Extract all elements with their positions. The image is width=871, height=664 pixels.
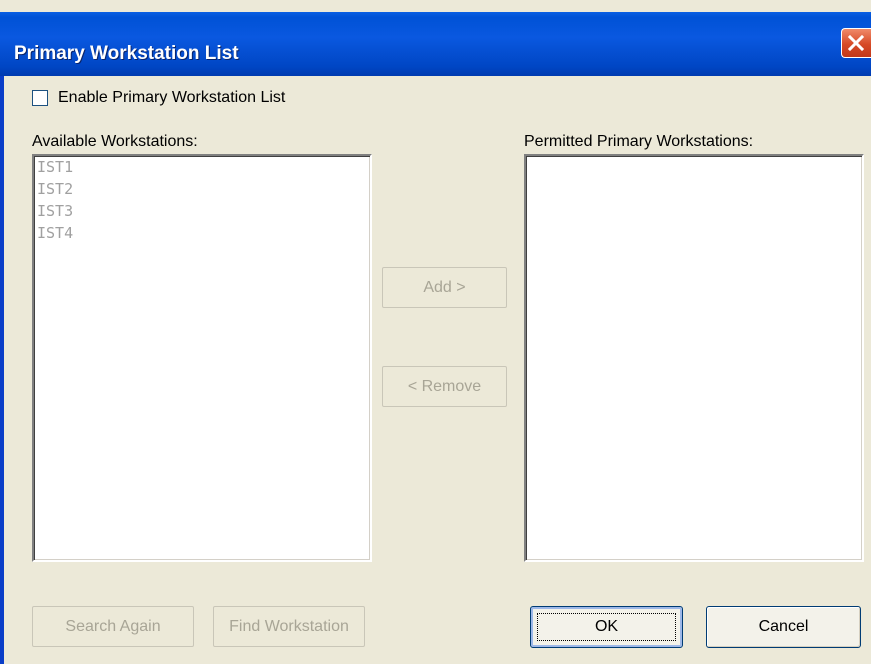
- list-item[interactable]: IST3: [34, 200, 370, 222]
- list-item[interactable]: IST1: [34, 156, 370, 178]
- title-bar[interactable]: Primary Workstation List: [0, 12, 871, 76]
- permitted-workstations-label: Permitted Primary Workstations:: [524, 133, 754, 150]
- find-workstation-button[interactable]: Find Workstation: [213, 606, 365, 647]
- window-title: Primary Workstation List: [14, 43, 239, 64]
- available-workstations-label: Available Workstations:: [32, 133, 198, 150]
- available-workstations-list[interactable]: IST1 IST2 IST3 IST4: [32, 154, 372, 562]
- close-button[interactable]: [841, 28, 871, 58]
- ok-button[interactable]: OK: [530, 606, 683, 648]
- enable-checkbox[interactable]: [32, 90, 48, 106]
- focus-rectangle: [537, 613, 676, 641]
- search-again-button[interactable]: Search Again: [32, 606, 194, 647]
- close-icon: [847, 34, 865, 52]
- dialog-window: Primary Workstation List Enable Primary …: [0, 0, 871, 664]
- permitted-workstations-list[interactable]: [524, 154, 864, 562]
- add-button[interactable]: Add >: [382, 267, 507, 308]
- remove-button[interactable]: < Remove: [382, 366, 507, 407]
- list-item[interactable]: IST4: [34, 222, 370, 244]
- cancel-button[interactable]: Cancel: [706, 606, 861, 648]
- enable-checkbox-label[interactable]: Enable Primary Workstation List: [58, 89, 285, 107]
- list-item[interactable]: IST2: [34, 178, 370, 200]
